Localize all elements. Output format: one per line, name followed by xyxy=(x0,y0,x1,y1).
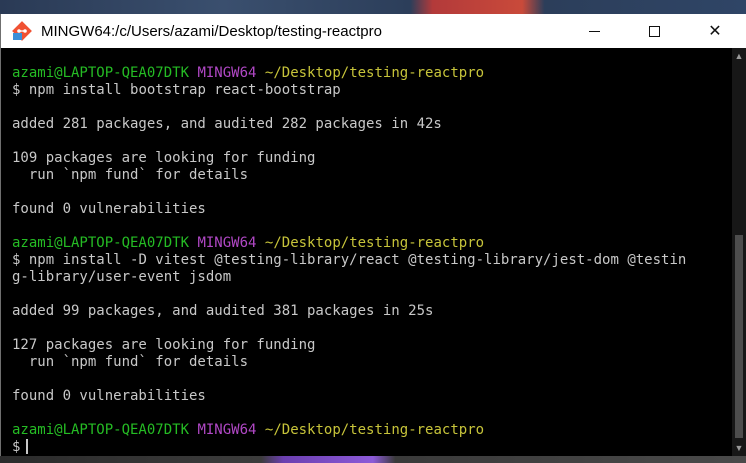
git-bash-icon[interactable] xyxy=(11,20,33,42)
maximize-button[interactable] xyxy=(624,14,684,48)
prompt-msystem: MINGW64 xyxy=(197,235,257,251)
prompt-path: ~/Desktop/testing-reactpro xyxy=(264,422,485,438)
scroll-down-arrow-icon[interactable]: ▼ xyxy=(732,440,746,456)
prompt-symbol: $ xyxy=(12,439,21,455)
prompt-user-host: azami@LAPTOP-QEA07DTK xyxy=(12,422,190,438)
terminal-window[interactable]: MINGW64:/c/Users/azami/Desktop/testing-r… xyxy=(0,14,746,456)
scroll-thumb[interactable] xyxy=(735,235,743,438)
output-line: added 99 packages, and audited 381 packa… xyxy=(12,303,434,319)
output-line: run `npm fund` for details xyxy=(12,354,249,370)
output-line: run `npm fund` for details xyxy=(12,167,249,183)
prompt-path: ~/Desktop/testing-reactpro xyxy=(264,235,485,251)
prompt-symbol: $ xyxy=(12,252,21,268)
prompt-line: azami@LAPTOP-QEA07DTK MINGW64 ~/Desktop/… xyxy=(12,422,484,439)
terminal-output[interactable]: azami@LAPTOP-QEA07DTK MINGW64 ~/Desktop/… xyxy=(1,48,732,456)
output-line: 109 packages are looking for funding xyxy=(12,150,316,166)
desktop-background-bottom xyxy=(0,456,746,463)
desktop-background-top xyxy=(0,0,746,14)
command-line: $ npm install bootstrap react-bootstrap xyxy=(12,82,341,99)
scroll-up-arrow-icon[interactable]: ▲ xyxy=(732,48,746,64)
command-line-wrap: g-library/user-event jsdom xyxy=(12,269,232,285)
output-line: found 0 vulnerabilities xyxy=(12,388,206,404)
title-bar[interactable]: MINGW64:/c/Users/azami/Desktop/testing-r… xyxy=(1,14,746,48)
window-controls: ✕ xyxy=(564,14,746,48)
output-line: 127 packages are looking for funding xyxy=(12,337,316,353)
input-line[interactable]: $ xyxy=(12,439,29,456)
command-text: npm install bootstrap react-bootstrap xyxy=(28,82,341,98)
prompt-symbol: $ xyxy=(12,82,21,98)
close-button[interactable]: ✕ xyxy=(684,14,746,48)
output-line: added 281 packages, and audited 282 pack… xyxy=(12,116,442,132)
text-cursor xyxy=(26,439,29,454)
prompt-line: azami@LAPTOP-QEA07DTK MINGW64 ~/Desktop/… xyxy=(12,65,484,82)
command-line: $ npm install -D vitest @testing-library… xyxy=(12,252,686,269)
minimize-button[interactable] xyxy=(564,14,624,48)
prompt-line: azami@LAPTOP-QEA07DTK MINGW64 ~/Desktop/… xyxy=(12,235,484,252)
vertical-scrollbar[interactable]: ▲ ▼ xyxy=(732,48,746,456)
window-title: MINGW64:/c/Users/azami/Desktop/testing-r… xyxy=(41,22,382,40)
prompt-user-host: azami@LAPTOP-QEA07DTK xyxy=(12,235,190,251)
close-icon: ✕ xyxy=(708,23,722,40)
prompt-path: ~/Desktop/testing-reactpro xyxy=(264,65,485,81)
command-text: npm install -D vitest @testing-library/r… xyxy=(28,252,687,268)
output-line: found 0 vulnerabilities xyxy=(12,201,206,217)
maximize-icon xyxy=(648,25,660,37)
prompt-msystem: MINGW64 xyxy=(197,65,257,81)
prompt-user-host: azami@LAPTOP-QEA07DTK xyxy=(12,65,190,81)
prompt-msystem: MINGW64 xyxy=(197,422,257,438)
minimize-icon xyxy=(588,30,600,32)
